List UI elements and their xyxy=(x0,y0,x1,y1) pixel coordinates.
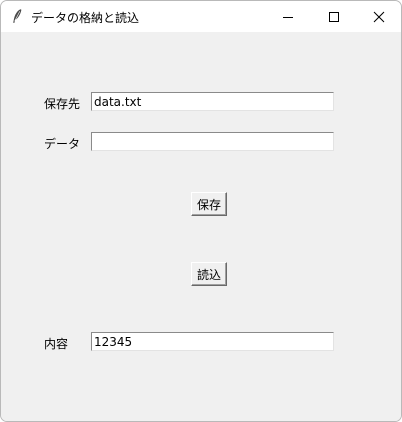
main-content: 保存先 データ 保存 読込 内容 xyxy=(1,32,401,421)
maximize-button[interactable] xyxy=(311,1,357,32)
app-window: データの格納と読込 保存先 データ 保存 読込 内容 xyxy=(0,0,402,422)
data-input[interactable] xyxy=(91,132,334,151)
load-button[interactable]: 読込 xyxy=(191,262,227,286)
content-input[interactable] xyxy=(91,332,334,351)
minimize-icon xyxy=(283,16,293,18)
content-label: 内容 xyxy=(44,337,69,351)
maximize-icon xyxy=(329,11,339,22)
save-button[interactable]: 保存 xyxy=(191,192,227,216)
title-bar: データの格納と読込 xyxy=(1,1,401,32)
save-destination-input[interactable] xyxy=(91,92,334,111)
close-icon xyxy=(373,11,385,22)
feather-icon xyxy=(10,8,24,24)
data-label: データ xyxy=(44,137,81,151)
save-destination-label: 保存先 xyxy=(44,97,81,111)
window-title: データの格納と読込 xyxy=(31,11,140,25)
close-button[interactable] xyxy=(356,1,401,32)
minimize-button[interactable] xyxy=(265,1,311,32)
